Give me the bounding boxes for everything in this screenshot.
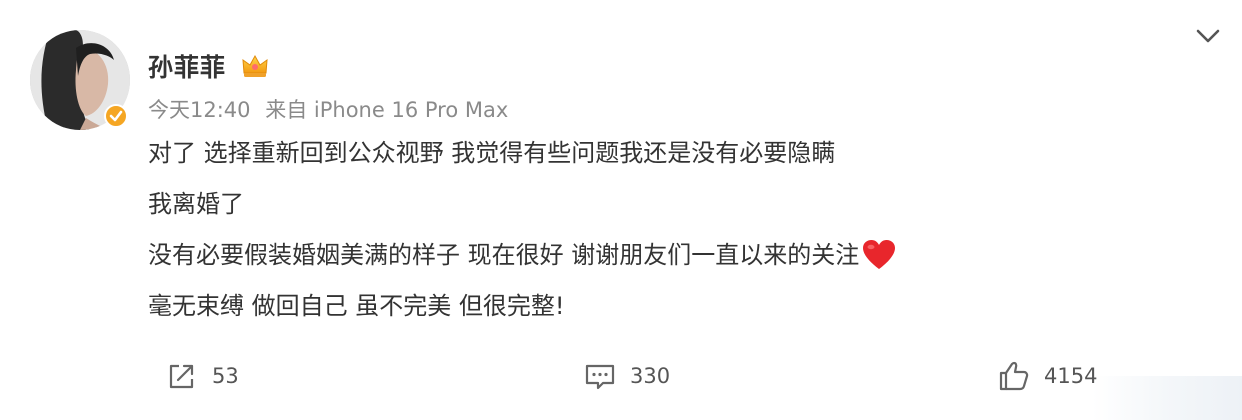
action-bar: 53 330 4154 [0, 356, 1242, 396]
thumbs-up-icon [999, 361, 1029, 391]
post-meta: 今天12:40 来自 iPhone 16 Pro Max [148, 94, 516, 124]
post-content: 对了 选择重新回到公众视野 我觉得有些问题我还是没有必要隐瞒 我离婚了 没有必要… [148, 136, 1208, 340]
weibo-post: 孙菲菲 今天12:40 来自 iPhone 16 Pro Max 对了 选择重新… [0, 0, 1242, 420]
repost-count: 53 [212, 364, 239, 388]
chevron-down-icon[interactable] [1192, 22, 1224, 50]
repost-button[interactable]: 53 [164, 356, 239, 396]
post-time: 今天12:40 [148, 98, 251, 122]
repost-icon [169, 364, 194, 389]
like-count: 4154 [1044, 364, 1098, 388]
author-row: 孙菲菲 [148, 48, 270, 84]
heart-icon [861, 239, 897, 271]
crown-icon[interactable] [240, 51, 270, 81]
post-line: 没有必要假装婚姻美满的样子 现在很好 谢谢朋友们一直以来的关注 [148, 238, 1208, 272]
post-line-text: 毫无束缚 做回自己 虽不完美 但很完整! [148, 292, 565, 320]
post-line: 毫无束缚 做回自己 虽不完美 但很完整! [148, 289, 1208, 323]
post-line-text: 我离婚了 [148, 190, 244, 218]
verified-badge-icon [104, 104, 128, 128]
like-button[interactable]: 4154 [996, 356, 1097, 396]
watermark [1092, 376, 1242, 420]
avatar-wrap[interactable] [30, 30, 130, 130]
post-line-text: 对了 选择重新回到公众视野 我觉得有些问题我还是没有必要隐瞒 [148, 139, 836, 167]
post-source: 来自 iPhone 16 Pro Max [265, 98, 509, 122]
comment-button[interactable]: 330 [582, 356, 670, 396]
post-line-text: 没有必要假装婚姻美满的样子 现在很好 谢谢朋友们一直以来的关注 [148, 241, 860, 269]
post-line: 对了 选择重新回到公众视野 我觉得有些问题我还是没有必要隐瞒 [148, 136, 1208, 170]
author-name[interactable]: 孙菲菲 [148, 48, 226, 84]
comment-icon [585, 364, 615, 390]
post-line: 我离婚了 [148, 187, 1208, 221]
comment-count: 330 [630, 364, 671, 388]
